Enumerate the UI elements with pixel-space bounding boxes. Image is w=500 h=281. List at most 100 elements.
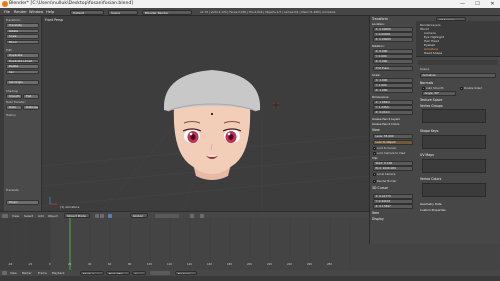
timeline-menu-playback[interactable]: Playback	[52, 271, 64, 275]
set-origin-button[interactable]: Set Origin	[6, 80, 39, 85]
dimension-x-field[interactable]: X: 1.962m	[373, 100, 413, 105]
3d-viewport[interactable]: Front Persp	[42, 16, 369, 211]
display-section[interactable]: Display	[372, 217, 384, 221]
uv-maps-section[interactable]: UV Maps	[420, 153, 434, 157]
scale-x-field[interactable]: X: 1.000	[373, 78, 413, 83]
viewport-shading-icon[interactable]	[95, 213, 99, 218]
grease-pencil-colors-section[interactable]: Grease Pencil Colors	[372, 122, 399, 126]
geometry-data-section[interactable]: Geometry Data	[420, 202, 442, 206]
menu-render[interactable]: Render	[14, 10, 27, 14]
auto-smooth-angle-field[interactable]: Angle: 30°	[422, 91, 456, 96]
minimize-button[interactable]: —	[455, 0, 470, 8]
operator-field[interactable]: Plugin	[6, 200, 39, 205]
menu-file[interactable]: File	[4, 10, 10, 14]
lock-object-field[interactable]: Lock to Object	[373, 140, 413, 145]
grease-pencil-layers-section[interactable]: Grease Pencil Layers	[372, 117, 400, 121]
sync-mode-selector[interactable]: No Sync	[175, 270, 197, 275]
rotation-y-field[interactable]: Y: 0.000	[373, 54, 413, 59]
shape-keys-section[interactable]: Shape Keys	[420, 129, 438, 133]
rotation-mode-field[interactable]: XYZ Euler	[373, 66, 413, 71]
start-frame-field[interactable]: Start: 1	[80, 270, 104, 275]
duplicate-linked-button[interactable]: Duplicate Linked	[6, 58, 39, 63]
3d-cursor-icon[interactable]	[272, 101, 280, 109]
tool-shelf-tabs[interactable]	[0, 16, 4, 211]
join-button[interactable]: Join	[6, 69, 39, 74]
rotation-x-field[interactable]: X: 0.000	[373, 49, 413, 54]
clip-start-field[interactable]: Start: 0.100	[373, 161, 413, 166]
view-section[interactable]: View	[372, 128, 380, 132]
menu-help[interactable]: Help	[46, 10, 54, 14]
translate-button[interactable]: Translate	[6, 23, 39, 28]
header-menu-add[interactable]: Add	[38, 214, 44, 218]
dimension-y-field[interactable]: Y: 1.245m	[373, 105, 413, 110]
texture-space-section[interactable]: Texture Space	[420, 98, 442, 102]
dimension-z-field[interactable]: Z: 0.941m	[373, 110, 413, 115]
auto-smooth-checkbox[interactable]: Auto Smooth	[422, 86, 443, 90]
header-menu-object[interactable]: Object	[48, 214, 58, 218]
lens-field[interactable]: Lens: 35.000	[373, 134, 413, 139]
scale-z-field[interactable]: Z: 1.000	[373, 88, 413, 93]
render-engine-selector[interactable]: Blender Render	[142, 9, 192, 15]
history-label[interactable]: History	[6, 113, 16, 117]
playback-controls[interactable]	[150, 271, 170, 275]
last-operator-label[interactable]: Translate	[6, 188, 19, 192]
header-menu-select[interactable]: Select	[24, 214, 33, 218]
cursor-y-field[interactable]: Y: 0.44104	[373, 199, 413, 204]
rotate-button[interactable]: Rotate	[6, 28, 39, 33]
flat-button[interactable]: Flat	[23, 94, 39, 99]
data-layout-button[interactable]: Data Layout	[23, 105, 39, 110]
local-camera-label[interactable]: Local Camera	[373, 172, 395, 176]
rotation-z-field[interactable]: Z: 0.000	[373, 59, 413, 64]
snap-icon[interactable]	[190, 213, 194, 218]
smooth-button[interactable]: Smooth	[6, 94, 22, 99]
manipulator-icon[interactable]	[108, 213, 112, 218]
mesh-datablock-field[interactable]: Armature	[420, 73, 496, 78]
uv-maps-list[interactable]	[422, 159, 486, 173]
scene-selector[interactable]: Scene	[108, 9, 138, 15]
cursor-z-field[interactable]: Z: 0.13397	[373, 204, 413, 209]
render-border-checkbox[interactable]: Render Border	[373, 179, 396, 183]
vertex-groups-list[interactable]	[422, 109, 486, 123]
lock-camera-checkbox[interactable]: Lock Camera to View	[373, 151, 405, 155]
maximize-button[interactable]: ☐	[470, 0, 485, 8]
clip-end-field[interactable]: End: 1000.000	[373, 166, 413, 171]
transform-section[interactable]: Transform	[372, 17, 388, 21]
timeline-editor-icon[interactable]	[2, 271, 7, 275]
scale-button[interactable]: Scale	[6, 34, 39, 39]
menu-window[interactable]: Window	[29, 10, 43, 14]
outliner-item[interactable]: Head Shape	[424, 51, 442, 55]
vertex-colors-section[interactable]: Vertex Colors	[420, 177, 441, 181]
timeline-menu-view[interactable]: View	[10, 271, 17, 275]
outliner-display-mode[interactable]: All Scenes	[436, 16, 466, 21]
normals-section[interactable]: Normals	[420, 81, 433, 85]
cursor-x-field[interactable]: X: 0.41773	[373, 194, 413, 199]
layout-selector[interactable]: Default	[70, 9, 104, 15]
timeline-menu-marker[interactable]: Marker	[22, 271, 32, 275]
shape-keys-list[interactable]	[422, 135, 486, 149]
duplicate-button[interactable]: Duplicate	[6, 53, 39, 58]
mirror-button[interactable]: Mirror	[6, 39, 39, 44]
custom-properties-section[interactable]: Custom Properties	[420, 208, 446, 212]
location-x-field[interactable]: X: 0.00000	[373, 27, 413, 32]
render-preview-icon[interactable]	[200, 213, 204, 218]
editor-type-icon[interactable]	[2, 213, 8, 218]
end-frame-field[interactable]: End: 250	[106, 270, 130, 275]
lock-to-cursor-checkbox[interactable]: Lock to Cursor	[373, 146, 396, 150]
item-section[interactable]: Item	[372, 211, 379, 215]
layer-buttons[interactable]	[155, 213, 179, 218]
header-menu-view[interactable]: View	[12, 214, 19, 218]
double-sided-checkbox[interactable]: Double Sided	[460, 86, 482, 90]
vertex-colors-list[interactable]	[422, 183, 486, 197]
properties-tab-bar[interactable]	[418, 60, 498, 65]
location-y-field[interactable]: Y: 0.00000	[373, 32, 413, 37]
location-z-field[interactable]: Z: 0.00000	[373, 37, 413, 42]
data-button[interactable]: Data	[6, 105, 22, 110]
vertex-groups-section[interactable]: Vertex Groups	[420, 104, 443, 108]
delete-button[interactable]: Delete	[6, 64, 39, 69]
current-frame-field[interactable]: 1	[132, 270, 146, 275]
close-button[interactable]: ✕	[485, 0, 500, 8]
scale-y-field[interactable]: Y: 1.000	[373, 83, 413, 88]
timeline-menu-frame[interactable]: Frame	[38, 271, 47, 275]
3d-cursor-section[interactable]: 3D Cursor	[372, 186, 388, 190]
pivot-icon[interactable]	[100, 213, 104, 218]
